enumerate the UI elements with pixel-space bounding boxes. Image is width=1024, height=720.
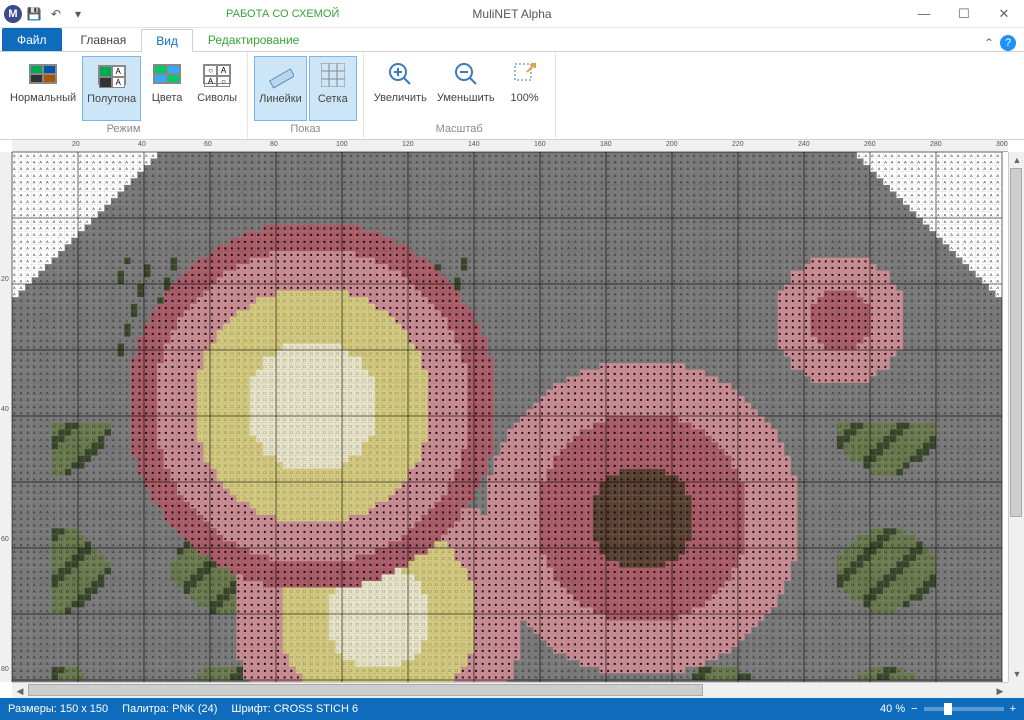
tab-edit[interactable]: Редактирование — [193, 28, 314, 51]
undo-icon[interactable]: ↶ — [46, 4, 66, 24]
zoom-out-icon — [450, 58, 482, 90]
quick-access-toolbar: M 💾 ↶ ▾ — [0, 4, 88, 24]
mode-normal-label: Нормальный — [10, 92, 76, 104]
ruler-icon — [264, 59, 296, 91]
zoom-in-label: Увеличить — [374, 92, 427, 104]
scrollbar-vertical[interactable]: ▲ ▼ — [1008, 152, 1024, 682]
app-title: MuliNET Alpha — [472, 7, 551, 21]
canvas-area: 2040608010012014016018020022024026028030… — [0, 140, 1024, 698]
scrollbar-horizontal[interactable]: ◀ ▶ — [12, 682, 1008, 698]
mode-symbols-button[interactable]: ○AA○ Сиволы — [193, 56, 241, 121]
status-size: Размеры: 150 x 150 — [8, 703, 108, 715]
zoom-value: 40 % — [880, 703, 905, 715]
zoom-100-label: 100% — [510, 92, 538, 104]
save-icon[interactable]: 💾 — [24, 4, 44, 24]
show-rulers-label: Линейки — [259, 93, 302, 105]
zoom-100-button[interactable]: 100% — [501, 56, 549, 121]
zoom-in-button[interactable]: Увеличить — [370, 56, 431, 121]
statusbar: Размеры: 150 x 150 Палитра: PNK (24) Шри… — [0, 698, 1024, 720]
zoom-out-button[interactable]: Уменьшить — [433, 56, 499, 121]
ruler-vertical: 20406080 — [0, 152, 12, 682]
group-zoom: Увеличить Уменьшить 100% Масштаб — [364, 52, 556, 139]
context-tab-label: РАБОТА СО СХЕМОЙ — [218, 6, 347, 22]
colors-icon — [151, 58, 183, 90]
mode-halftone-button[interactable]: AA Полутона — [82, 56, 141, 121]
tab-main[interactable]: Главная — [66, 28, 142, 51]
normal-icon — [27, 58, 59, 90]
show-grid-button[interactable]: Сетка — [309, 56, 357, 121]
status-font: Шрифт: CROSS STICH 6 — [231, 703, 358, 715]
ruler-horizontal: 2040608010012014016018020022024026028030… — [12, 140, 1008, 152]
group-mode: Нормальный AA Полутона Цвета ○AA○ Сиволы… — [0, 52, 248, 139]
zoom-100-icon — [509, 58, 541, 90]
zoom-out-label: Уменьшить — [437, 92, 495, 104]
mode-colors-button[interactable]: Цвета — [143, 56, 191, 121]
scrollbar-corner — [1008, 682, 1024, 698]
ribbon-tabs: Файл Главная Вид Редактирование ⌃ ? — [0, 28, 1024, 52]
pattern-canvas[interactable]: AAAAAAAAAAAAAAAAAAAAAAAAAAAAAAAAAAAAAAAA… — [12, 152, 1008, 682]
group-show: Линейки Сетка Показ — [248, 52, 364, 139]
scroll-down-icon[interactable]: ▼ — [1009, 666, 1024, 682]
mode-colors-label: Цвета — [152, 92, 183, 104]
show-rulers-button[interactable]: Линейки — [254, 56, 307, 121]
symbols-icon: ○AA○ — [201, 58, 233, 90]
halftone-icon: AA — [96, 59, 128, 91]
qat-dropdown-icon[interactable]: ▾ — [68, 4, 88, 24]
ribbon: Нормальный AA Полутона Цвета ○AA○ Сиволы… — [0, 52, 1024, 140]
status-palette: Палитра: PNK (24) — [122, 703, 217, 715]
zoom-in-icon — [384, 58, 416, 90]
group-mode-label: Режим — [107, 121, 141, 137]
zoom-control[interactable]: 40 % − + — [880, 703, 1016, 715]
titlebar: M 💾 ↶ ▾ РАБОТА СО СХЕМОЙ MuliNET Alpha —… — [0, 0, 1024, 28]
collapse-ribbon-icon[interactable]: ⌃ — [984, 36, 994, 50]
show-grid-label: Сетка — [318, 93, 348, 105]
zoom-minus-icon[interactable]: − — [911, 703, 917, 715]
mode-normal-button[interactable]: Нормальный — [6, 56, 80, 121]
help-icon[interactable]: ? — [1000, 35, 1016, 51]
scroll-left-icon[interactable]: ◀ — [12, 683, 28, 698]
tab-view[interactable]: Вид — [141, 29, 193, 52]
mode-halftone-label: Полутона — [87, 93, 136, 105]
close-button[interactable]: ✕ — [984, 0, 1024, 28]
minimize-button[interactable]: — — [904, 0, 944, 28]
tab-file[interactable]: Файл — [2, 28, 62, 51]
app-logo: M — [4, 5, 22, 23]
group-show-label: Показ — [290, 121, 320, 137]
scroll-up-icon[interactable]: ▲ — [1009, 152, 1024, 168]
grid-icon — [317, 59, 349, 91]
scroll-right-icon[interactable]: ▶ — [992, 683, 1008, 698]
group-zoom-label: Масштаб — [436, 121, 483, 137]
mode-symbols-label: Сиволы — [197, 92, 237, 104]
zoom-plus-icon[interactable]: + — [1010, 703, 1016, 715]
zoom-slider[interactable] — [924, 707, 1004, 711]
maximize-button[interactable]: ☐ — [944, 0, 984, 28]
